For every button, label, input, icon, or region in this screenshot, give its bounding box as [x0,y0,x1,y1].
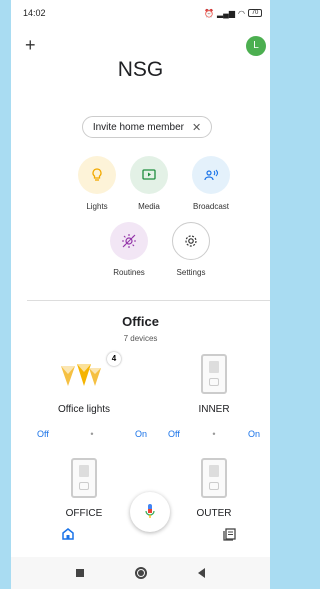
quick-action-label: Broadcast [192,202,230,211]
room-subtitle: 7 devices [123,334,158,343]
media-icon [130,156,168,194]
quick-action-label: Media [138,202,160,211]
home-tab-icon[interactable] [61,527,75,546]
recents-icon[interactable] [76,569,85,577]
plus-icon[interactable]: + [25,36,36,54]
broadcast-icon [192,156,230,194]
separator-dot: • [90,429,94,439]
alarm-icon: ⏰ [204,8,215,18]
separator-dot: • [212,429,216,439]
light-group-icon: 4 [29,352,139,398]
switch-icon [201,458,227,498]
feed-tab-icon[interactable] [223,527,237,546]
invite-home-member-chip[interactable]: Invite home member ✕ [82,116,212,138]
quick-action-lights[interactable]: Lights [67,156,127,211]
back-icon[interactable] [197,568,205,578]
device-name: INNER [198,404,230,415]
device-name: Office lights [57,404,111,415]
device-name: OFFICE [65,508,103,519]
device-inner[interactable]: INNER [159,354,269,415]
phone-screen: 14:02 ⏰ ▂▄▆ ◠ 70 + L NSG Invite home mem… [11,0,270,589]
divider [27,300,270,301]
invite-label: Invite home member [92,121,184,133]
assistant-mic-button[interactable] [130,492,170,532]
device-office[interactable]: OFFICE [29,458,139,519]
wifi-icon: ◠ [238,8,245,18]
inner-controls: Off • On [168,429,260,439]
close-icon[interactable]: ✕ [192,121,201,134]
gear-icon [172,222,210,260]
system-nav-bar [11,557,270,589]
device-name: OUTER [196,508,232,519]
quick-action-label: Settings [176,268,206,277]
battery-icon: 70 [248,9,262,17]
quick-action-label: Lights [86,202,108,211]
avatar[interactable]: L [246,36,266,56]
switch-icon [71,458,97,498]
signal-icon: ▂▄▆ [217,8,236,18]
office-lights-on-button[interactable]: On [135,429,147,439]
bulb-icon [78,156,116,194]
office-lights-controls: Off • On [37,429,147,439]
routines-icon [110,222,148,260]
mic-icon [145,504,155,518]
home-icon[interactable] [134,567,147,579]
home-title: NSG [117,58,164,81]
status-time: 14:02 [23,8,46,18]
device-count-badge: 4 [107,352,121,366]
quick-action-media[interactable]: Media [119,156,179,211]
quick-action-label: Routines [113,268,145,277]
inner-on-button[interactable]: On [248,429,260,439]
room-title: Office [122,314,159,329]
status-bar: 14:02 ⏰ ▂▄▆ ◠ 70 [23,6,262,20]
office-lights-off-button[interactable]: Off [37,429,49,439]
quick-action-settings[interactable]: Settings [161,222,221,277]
switch-icon [201,354,227,394]
quick-action-routines[interactable]: Routines [99,222,159,277]
quick-action-broadcast[interactable]: Broadcast [181,156,241,211]
status-icons: ⏰ ▂▄▆ ◠ 70 [204,9,262,18]
inner-off-button[interactable]: Off [168,429,180,439]
device-office-lights[interactable]: 4 Office lights [29,352,139,415]
device-outer[interactable]: OUTER [159,458,269,519]
